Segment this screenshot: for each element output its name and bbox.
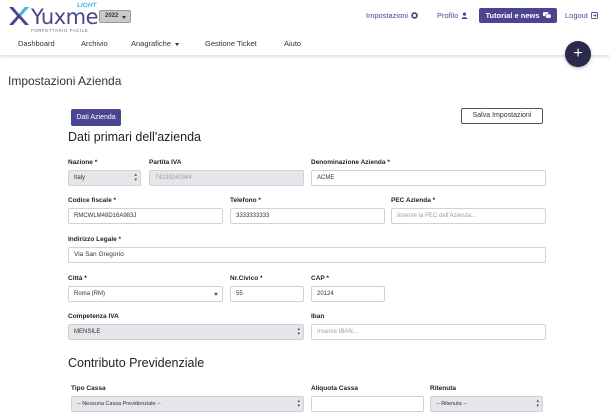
profilo-link[interactable]: Profilo <box>437 11 468 20</box>
civico-field[interactable]: 55 <box>230 286 304 302</box>
updown-arrows-icon: ▴ ▾ <box>297 398 300 409</box>
codice-fiscale-label: Codice fiscale * <box>68 197 117 204</box>
nav-gestione-ticket[interactable]: Gestione Ticket <box>205 39 257 48</box>
telefono-label: Telefono * <box>230 197 261 204</box>
chevron-down-icon <box>214 293 218 296</box>
chat-icon <box>542 12 551 19</box>
yuxme-logo[interactable]: Yuxme LIGHT FORFETTARIO FACILE <box>8 2 99 33</box>
tutorial-label: Tutorial e news <box>485 11 540 20</box>
ritenuta-label: Ritenuta <box>430 385 456 392</box>
nav-anagrafiche[interactable]: Anagrafiche <box>131 39 180 48</box>
civico-label: Nr.Civico * <box>230 275 263 282</box>
logout-icon <box>590 12 598 19</box>
logout-label: Logout <box>565 11 588 20</box>
ritenuta-value: -- Ritenuta -- <box>436 401 467 407</box>
denominazione-field[interactable]: ACME <box>311 170 546 186</box>
top-header: Yuxme LIGHT FORFETTARIO FACILE 2022 Impo… <box>0 0 610 55</box>
page-title: Impostazioni Azienda <box>8 74 122 88</box>
codice-fiscale-field[interactable]: RMCWLM48D16A983J <box>68 208 223 224</box>
nazione-select[interactable]: Italy ▴ ▾ <box>68 170 141 186</box>
citta-value: Roma (RM) <box>74 291 105 297</box>
citta-label: Città * <box>68 275 87 282</box>
nazione-value: Italy <box>74 175 86 181</box>
nazione-label: Nazione * <box>68 159 98 166</box>
competenza-iva-value: MENSILE <box>74 329 101 335</box>
add-fab-button[interactable]: + <box>565 41 591 67</box>
tipo-cassa-value: -- Nessuna Cassa Previdenziale -- <box>77 401 161 407</box>
tutorial-news-button[interactable]: Tutorial e news <box>479 8 557 23</box>
section-title-primary: Dati primari dell'azienda <box>68 130 202 144</box>
competenza-iva-select[interactable]: MENSILE ▴ ▾ <box>68 324 304 340</box>
indirizzo-label: Indirizzo Legale * <box>68 236 122 243</box>
gear-icon <box>411 12 419 19</box>
nav-dashboard[interactable]: Dashboard <box>18 39 55 48</box>
cap-field[interactable]: 20124 <box>311 286 385 302</box>
iban-field[interactable]: Inserire IBAN... <box>311 324 546 340</box>
telefono-field[interactable]: 3333333333 <box>230 208 385 224</box>
logo-x-mark <box>9 7 29 25</box>
tipo-cassa-select[interactable]: -- Nessuna Cassa Previdenziale -- ▴ ▾ <box>71 396 304 412</box>
impostazioni-label: Impostazioni <box>366 11 409 20</box>
nav-archivio[interactable]: Archivio <box>81 39 108 48</box>
indirizzo-field[interactable]: Via San Gregorio <box>68 247 546 263</box>
partita-iva-label: Partita IVA <box>149 159 182 166</box>
year-value: 2022 <box>105 13 119 19</box>
partita-iva-field: 74239240364 <box>149 170 304 186</box>
impostazioni-link[interactable]: Impostazioni <box>366 11 419 20</box>
nav-aiuto[interactable]: Aiuto <box>284 39 301 48</box>
save-settings-button[interactable]: Salva Impostazioni <box>461 108 543 124</box>
user-icon <box>461 12 468 19</box>
tab-dati-azienda[interactable]: Dati Azienda <box>71 109 121 126</box>
logout-link[interactable]: Logout <box>565 11 598 20</box>
cap-label: CAP * <box>311 275 329 282</box>
nav-anagrafiche-label: Anagrafiche <box>131 39 172 48</box>
profilo-label: Profilo <box>437 11 459 20</box>
updown-arrows-icon: ▴ ▾ <box>134 172 137 183</box>
pec-label: PEC Azienda * <box>391 197 436 204</box>
iban-label: Iban <box>311 313 325 320</box>
updown-arrows-icon: ▴ ▾ <box>536 398 539 409</box>
logo-light-tag: LIGHT <box>77 2 97 9</box>
tipo-cassa-label: Tipo Cassa <box>71 385 106 392</box>
year-select[interactable]: 2022 <box>99 10 131 23</box>
ritenuta-select[interactable]: -- Ritenuta -- ▴ ▾ <box>430 396 543 412</box>
pec-field[interactable]: Inserire la PEC dell'Azienda... <box>391 208 546 224</box>
citta-select[interactable]: Roma (RM) <box>68 286 223 302</box>
aliquota-cassa-label: Aliquota Cassa <box>311 385 358 392</box>
logo-tagline: FORFETTARIO FACILE <box>31 28 89 33</box>
updown-arrows-icon: ▴ ▾ <box>297 326 300 337</box>
denominazione-label: Denominazione Azienda * <box>311 159 390 166</box>
chevron-down-icon <box>122 16 126 19</box>
competenza-iva-label: Competenza IVA <box>68 313 119 320</box>
section-title-contributo: Contributo Previdenziale <box>68 356 205 370</box>
chevron-down-icon <box>175 42 180 46</box>
aliquota-cassa-field[interactable] <box>311 396 424 412</box>
